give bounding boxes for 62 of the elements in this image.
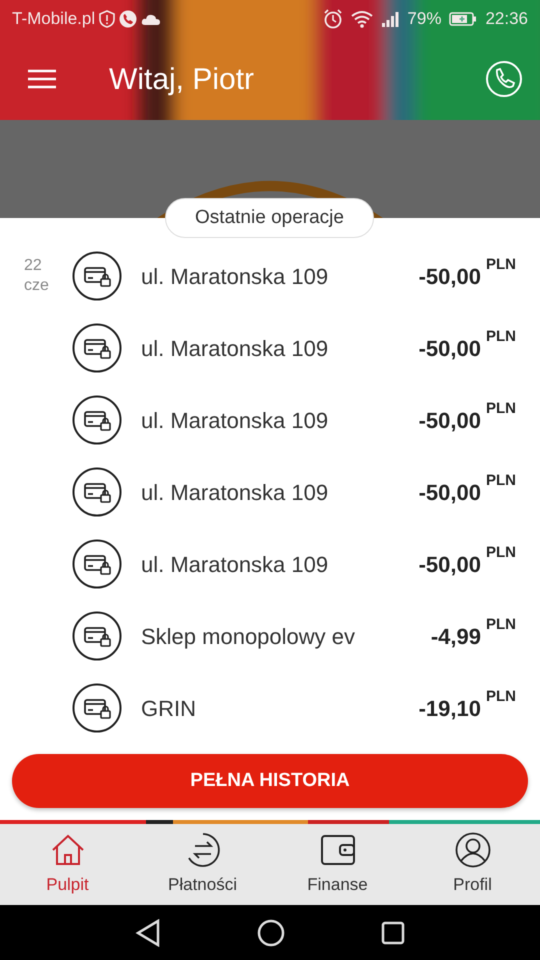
transaction-row[interactable]: GRIN -19,10 PLN <box>0 672 540 744</box>
transaction-name: ul. Maratonska 109 <box>141 262 330 290</box>
transaction-row[interactable]: ul. Maratonska 109 -50,00 PLN <box>0 528 540 600</box>
currency: PLN <box>486 470 516 490</box>
shield-icon <box>99 10 116 28</box>
transaction-amount: -50,00 <box>418 550 481 578</box>
card-icon <box>72 395 122 445</box>
home-icon <box>50 832 86 868</box>
transaction-row[interactable]: ul. Maratonska 109 -50,00 PLN <box>0 384 540 456</box>
transaction-amount: -50,00 <box>418 262 481 290</box>
transaction-amount: -4,99 <box>430 622 481 650</box>
transaction-name: ul. Maratonska 109 <box>141 478 330 506</box>
nav-tab[interactable]: Finanse <box>270 824 405 905</box>
transaction-name: GRIN <box>141 694 197 722</box>
nav-tab[interactable]: Pulpit <box>0 824 135 905</box>
section-label: Ostatnie operacje <box>165 198 374 238</box>
currency: PLN <box>486 326 516 346</box>
battery-percent: 79% <box>407 8 442 30</box>
currency: PLN <box>486 398 516 418</box>
recents-icon[interactable] <box>381 920 405 944</box>
card-icon <box>72 683 122 733</box>
menu-icon[interactable] <box>27 68 57 90</box>
transaction-row[interactable]: ul. Maratonska 109 -50,00 PLN <box>0 312 540 384</box>
currency: PLN <box>486 686 516 706</box>
battery-icon <box>449 11 478 27</box>
transaction-amount: -50,00 <box>418 478 481 506</box>
home-button-icon[interactable] <box>257 918 285 946</box>
profile-icon <box>454 832 490 868</box>
screen-title: Witaj, Piotr <box>109 62 254 98</box>
carrier-name: T-Mobile.pl <box>12 8 96 30</box>
transaction-amount: -50,00 <box>418 406 481 434</box>
card-icon <box>72 323 122 373</box>
date-month: cze <box>24 276 50 296</box>
date-day: 22 <box>24 256 72 276</box>
card-icon <box>72 251 122 301</box>
clock-time: 22:36 <box>485 8 528 30</box>
signal-icon <box>381 10 400 28</box>
wifi-icon <box>351 10 374 28</box>
transaction-amount: -50,00 <box>418 334 481 362</box>
transaction-row[interactable]: ul. Maratonska 109 -50,00 PLN <box>0 456 540 528</box>
currency: PLN <box>486 614 516 634</box>
transaction-name: Sklep monopolowy ev <box>141 622 356 651</box>
card-icon <box>72 467 122 517</box>
transaction-name: ul. Maratonska 109 <box>141 550 330 578</box>
wallet-icon <box>320 832 356 868</box>
currency: PLN <box>486 254 516 274</box>
card-icon <box>72 611 122 661</box>
transaction-row[interactable]: 22 cze ul. Maratonska 109 -50,00 PLN <box>0 240 540 312</box>
transaction-amount: -19,10 <box>418 694 481 722</box>
alarm-icon <box>323 9 344 29</box>
call-icon[interactable] <box>485 60 523 98</box>
transaction-row[interactable]: Sklep monopolowy ev -4,99 PLN <box>0 600 540 672</box>
transaction-name: ul. Maratonska 109 <box>141 406 330 434</box>
back-icon[interactable] <box>135 918 161 946</box>
nav-tab[interactable]: Profil <box>405 824 540 905</box>
phone-icon <box>119 10 138 28</box>
nav-tab[interactable]: Płatności <box>135 824 270 905</box>
card-icon <box>72 539 122 589</box>
currency: PLN <box>486 542 516 562</box>
full-history-button[interactable]: PEŁNA HISTORIA <box>12 754 528 808</box>
transaction-name: ul. Maratonska 109 <box>141 334 330 362</box>
cloud-icon <box>141 12 162 26</box>
